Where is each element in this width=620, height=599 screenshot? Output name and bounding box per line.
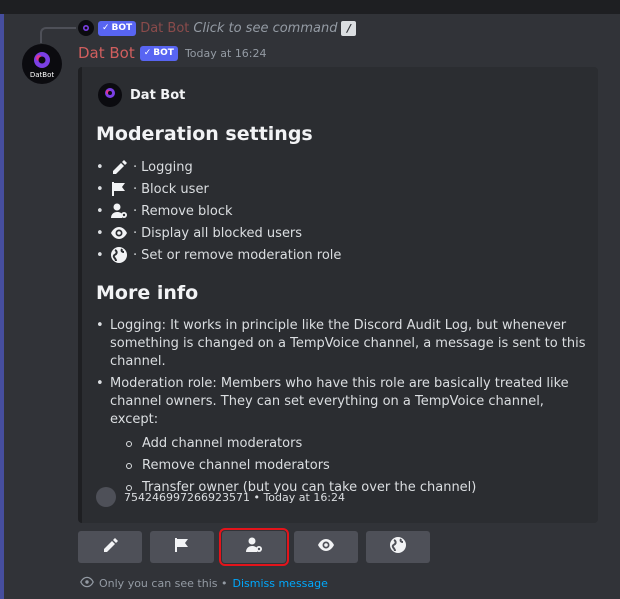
username[interactable]: Dat Bot <box>78 44 135 62</box>
mention-highlight-bar <box>0 14 4 599</box>
list-item: • · Set or remove moderation role <box>96 244 341 266</box>
settings-list: • · Logging • · Block user • · Remove bl… <box>96 156 341 266</box>
info-text: Moderation role: Members who have this r… <box>110 376 569 427</box>
list-item: • Moderation role: Members who have this… <box>96 375 586 429</box>
timestamp: Today at 16:24 <box>184 46 267 60</box>
ephemeral-notice: Only you can see this • Dismiss message <box>80 576 328 591</box>
list-item: • · Display all blocked users <box>96 222 341 244</box>
embed: Dat Bot Moderation settings • · Logging … <box>78 67 598 523</box>
moderation-role-button[interactable] <box>366 531 430 563</box>
bullet: • <box>96 159 104 175</box>
list-item: • · Remove block <box>96 200 341 222</box>
list-item: • · Block user <box>96 178 341 200</box>
reply-username[interactable]: Dat Bot <box>140 21 189 36</box>
message-header: Dat Bot ✓ BOT Today at 16:24 <box>78 43 267 63</box>
globe-icon <box>389 536 407 558</box>
reply-connector <box>40 27 76 43</box>
embed-heading-settings: Moderation settings <box>96 123 313 145</box>
setting-label: Display all blocked users <box>141 225 303 241</box>
bullet: • <box>96 247 104 263</box>
bullet: • <box>96 203 104 219</box>
embed-author: Dat Bot <box>98 83 185 107</box>
pencil-icon <box>101 536 119 558</box>
check-icon: ✓ <box>102 23 110 33</box>
embed-heading-info: More info <box>96 282 199 304</box>
sub-list-item: Add channel moderators <box>126 433 586 455</box>
display-blocked-button[interactable] <box>294 531 358 563</box>
sub-item-text: Remove channel moderators <box>142 458 330 473</box>
separator: · <box>133 181 138 197</box>
footer-text: 754246997266923571 • Today at 16:24 <box>124 490 346 504</box>
setting-label: Set or remove moderation role <box>141 247 342 263</box>
embed-footer: 754246997266923571 • Today at 16:24 <box>96 487 345 507</box>
bot-tag-label: BOT <box>153 48 174 58</box>
sub-list-item: Remove channel moderators <box>126 455 586 477</box>
user-cog-icon <box>244 536 264 558</box>
flag-icon <box>173 536 191 558</box>
eye-icon <box>110 224 132 242</box>
bullet: • <box>96 318 104 333</box>
avatar-label: DatBot <box>29 71 55 79</box>
eye-icon <box>80 576 94 591</box>
pencil-icon <box>110 158 132 176</box>
user-cog-icon <box>110 202 132 220</box>
flag-icon <box>110 180 132 198</box>
action-row <box>78 528 430 566</box>
top-bar <box>0 0 620 14</box>
dismiss-message-link[interactable]: Dismiss message <box>232 577 327 590</box>
reply-avatar[interactable] <box>78 20 94 36</box>
check-icon: ✓ <box>143 48 152 58</box>
separator: · <box>133 159 138 175</box>
reply-command-text[interactable]: Click to see command <box>193 21 337 36</box>
bullet: • <box>96 181 104 197</box>
footer-icon <box>96 487 116 507</box>
block-user-button[interactable] <box>150 531 214 563</box>
separator: · <box>133 225 138 241</box>
logging-button[interactable] <box>78 531 142 563</box>
avatar[interactable]: DatBot <box>22 44 62 84</box>
setting-label: Remove block <box>141 203 233 219</box>
embed-author-icon <box>98 83 122 107</box>
slash-command-icon: / <box>341 20 357 36</box>
setting-label: Block user <box>141 181 209 197</box>
sub-item-text: Add channel moderators <box>142 436 303 451</box>
list-item: • Logging: It works in principle like th… <box>96 317 586 371</box>
bullet: • <box>96 376 104 391</box>
reply-reference[interactable]: ✓ BOT Dat Bot Click to see command / <box>78 19 357 37</box>
info-text: Logging: It works in principle like the … <box>110 318 586 369</box>
ephemeral-text: Only you can see this • <box>99 577 228 590</box>
eye-icon <box>316 536 336 558</box>
circle-bullet <box>126 463 132 469</box>
embed-author-name: Dat Bot <box>130 87 186 103</box>
reply-bot-tag: ✓ BOT <box>98 20 137 36</box>
list-item: • · Logging <box>96 156 341 178</box>
remove-block-button[interactable] <box>219 528 289 566</box>
bullet: • <box>96 225 104 241</box>
circle-bullet <box>126 441 132 447</box>
globe-icon <box>110 246 132 264</box>
separator: · <box>133 203 138 219</box>
bot-tag-label: BOT <box>111 23 133 33</box>
info-list: • Logging: It works in principle like th… <box>96 317 586 499</box>
bot-tag: ✓ BOT <box>139 45 178 61</box>
setting-label: Logging <box>141 159 193 175</box>
separator: · <box>133 247 138 263</box>
